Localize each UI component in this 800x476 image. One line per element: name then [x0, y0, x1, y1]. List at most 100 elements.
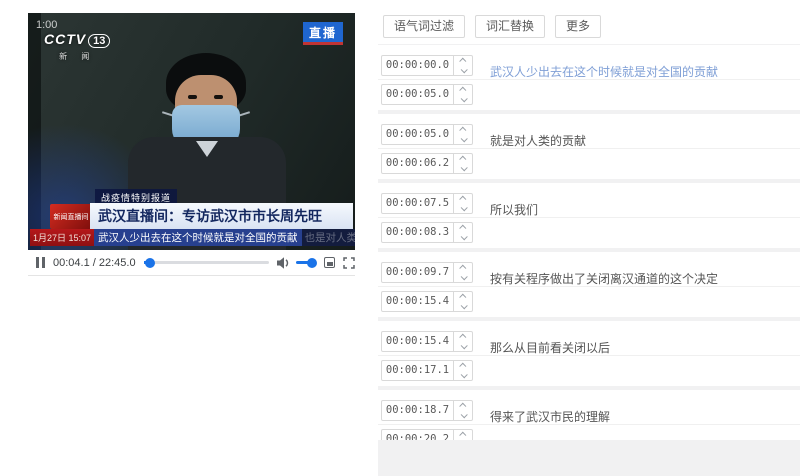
spinner-down-icon[interactable]: [454, 342, 472, 352]
subtitle-text[interactable]: 按有关程序做出了关闭离汉通道的这个决定: [490, 252, 718, 306]
spinner-down-icon[interactable]: [454, 273, 472, 283]
time-stepper[interactable]: [453, 125, 472, 144]
news-ticker: 1月27日 15:07 武汉人少出去在这个时候就是对全国的贡献 也是对人类的贡献…: [30, 229, 355, 246]
end-time-input[interactable]: 00:00:06.2: [381, 153, 473, 174]
spinner-up-icon[interactable]: [454, 223, 472, 233]
start-time-value: 00:00:05.0: [385, 128, 450, 140]
end-time-value: 00:00:08.3: [385, 226, 450, 238]
video-player: 1:00 CCTV 13 新 闻 直播 战疫情特别报道 新闻直播间 武汉直播间：专…: [28, 13, 355, 276]
subtitle-segment: 00:00:07.5 00:00:08.3 所以我们: [378, 183, 800, 248]
time-stepper[interactable]: [453, 154, 472, 173]
subtitle-segment: 00:00:05.0 00:00:06.2 就是对人类的贡献: [378, 114, 800, 179]
channel-number: 13: [88, 34, 111, 48]
subtitle-segment: 00:00:15.4 00:00:17.1 那么从目前看关闭以后: [378, 321, 800, 386]
end-time-value: 00:00:20.2: [385, 433, 450, 440]
time-stepper[interactable]: [453, 194, 472, 213]
start-time-input[interactable]: 00:00:15.4: [381, 331, 473, 352]
end-time-input[interactable]: 00:00:20.2: [381, 429, 473, 440]
spinner-down-icon[interactable]: [454, 164, 472, 174]
subtitle-text[interactable]: 武汉人少出去在这个时候就是对全国的贡献: [490, 45, 718, 99]
spinner-up-icon[interactable]: [454, 263, 472, 273]
subtitle-text[interactable]: 那么从目前看关闭以后: [490, 321, 610, 375]
subtitle-panel: 语气词过滤 词汇替换 更多 00:00:00.0 00:00:05.0 武汉人少…: [378, 0, 800, 476]
person-eye-right: [214, 95, 223, 99]
spinner-down-icon[interactable]: [454, 66, 472, 76]
end-time-input[interactable]: 00:00:05.0: [381, 84, 473, 105]
live-badge: 直播: [302, 22, 343, 45]
spinner-up-icon[interactable]: [454, 56, 472, 66]
app-root: 1:00 CCTV 13 新 闻 直播 战疫情特别报道 新闻直播间 武汉直播间：专…: [0, 0, 800, 476]
start-time-input[interactable]: 00:00:07.5: [381, 193, 473, 214]
pause-button[interactable]: [36, 257, 45, 268]
cctv13-logo: CCTV 13 新 闻: [44, 31, 111, 62]
ticker-caption: 武汉人少出去在这个时候就是对全国的贡献 也是对人类的贡献。: [94, 229, 355, 246]
subtitle-segment: 00:00:09.7 00:00:15.4 按有关程序做出了关闭离汉通道的这个决…: [378, 252, 800, 317]
seek-thumb[interactable]: [144, 257, 155, 268]
video-screen[interactable]: 1:00 CCTV 13 新 闻 直播 战疫情特别报道 新闻直播间 武汉直播间：专…: [28, 13, 355, 250]
spinner-up-icon[interactable]: [454, 125, 472, 135]
spinner-down-icon[interactable]: [454, 204, 472, 214]
time-stepper[interactable]: [453, 292, 472, 311]
time-stepper[interactable]: [453, 401, 472, 420]
start-time-value: 00:00:09.7: [385, 266, 450, 278]
spinner-down-icon[interactable]: [454, 233, 472, 243]
end-time-value: 00:00:17.1: [385, 364, 450, 376]
end-time-input[interactable]: 00:00:15.4: [381, 291, 473, 312]
start-time-value: 00:00:18.7: [385, 404, 450, 416]
spinner-up-icon[interactable]: [454, 194, 472, 204]
panel-toolbar: 语气词过滤 词汇替换 更多: [383, 15, 602, 38]
replace-words-button[interactable]: 词汇替换: [475, 15, 546, 38]
subtitle-text[interactable]: 得来了武汉市民的理解: [490, 390, 610, 440]
spinner-down-icon[interactable]: [454, 95, 472, 105]
start-time-input[interactable]: 00:00:18.7: [381, 400, 473, 421]
spinner-up-icon[interactable]: [454, 430, 472, 440]
ticker-date: 1月27日 15:07: [30, 229, 94, 246]
time-display: 00:04.1 / 22:45.0: [53, 256, 136, 269]
channel-subtitle: 新 闻: [59, 52, 96, 61]
subtitle-text[interactable]: 所以我们: [490, 183, 538, 237]
spinner-up-icon[interactable]: [454, 154, 472, 164]
subtitle-segment: 00:00:00.0 00:00:05.0 武汉人少出去在这个时候就是对全国的贡…: [378, 45, 800, 110]
spinner-up-icon[interactable]: [454, 85, 472, 95]
more-button[interactable]: 更多: [555, 15, 602, 38]
start-time-input[interactable]: 00:00:09.7: [381, 262, 473, 283]
start-time-input[interactable]: 00:00:05.0: [381, 124, 473, 145]
time-stepper[interactable]: [453, 85, 472, 104]
station-logo: 新闻直播间: [50, 204, 92, 229]
spinner-down-icon[interactable]: [454, 411, 472, 421]
pip-icon[interactable]: [323, 257, 335, 268]
person-eye-left: [188, 95, 197, 99]
time-stepper[interactable]: [453, 263, 472, 282]
volume-thumb[interactable]: [306, 257, 317, 268]
seek-bar[interactable]: [143, 257, 269, 268]
row-divider: [378, 217, 800, 218]
time-stepper[interactable]: [453, 56, 472, 75]
broadcast-clock: 1:00: [36, 19, 58, 31]
spinner-down-icon[interactable]: [454, 135, 472, 145]
subtitle-text[interactable]: 就是对人类的贡献: [490, 114, 586, 168]
time-stepper[interactable]: [453, 332, 472, 351]
spinner-down-icon[interactable]: [454, 371, 472, 381]
headline-bar: 武汉直播间：专访武汉市市长周先旺: [90, 203, 353, 229]
spinner-down-icon[interactable]: [454, 302, 472, 312]
end-time-value: 00:00:15.4: [385, 295, 450, 307]
end-time-input[interactable]: 00:00:08.3: [381, 222, 473, 243]
start-time-value: 00:00:07.5: [385, 197, 450, 209]
fullscreen-icon[interactable]: [343, 256, 355, 269]
volume-icon[interactable]: [276, 256, 291, 269]
start-time-input[interactable]: 00:00:00.0: [381, 55, 473, 76]
spinner-down-icon[interactable]: [454, 440, 472, 441]
end-time-input[interactable]: 00:00:17.1: [381, 360, 473, 381]
ticker-tail-text: 也是对人类的贡献。: [304, 232, 356, 244]
player-controls: 00:04.1 / 22:45.0: [28, 250, 355, 276]
time-stepper[interactable]: [453, 361, 472, 380]
time-stepper[interactable]: [453, 223, 472, 242]
spinner-up-icon[interactable]: [454, 401, 472, 411]
time-stepper[interactable]: [453, 430, 472, 440]
spinner-up-icon[interactable]: [454, 332, 472, 342]
spinner-up-icon[interactable]: [454, 361, 472, 371]
filter-modal-words-button[interactable]: 语气词过滤: [383, 15, 466, 38]
spinner-up-icon[interactable]: [454, 292, 472, 302]
row-divider: [378, 148, 800, 149]
volume-slider[interactable]: [295, 257, 317, 268]
